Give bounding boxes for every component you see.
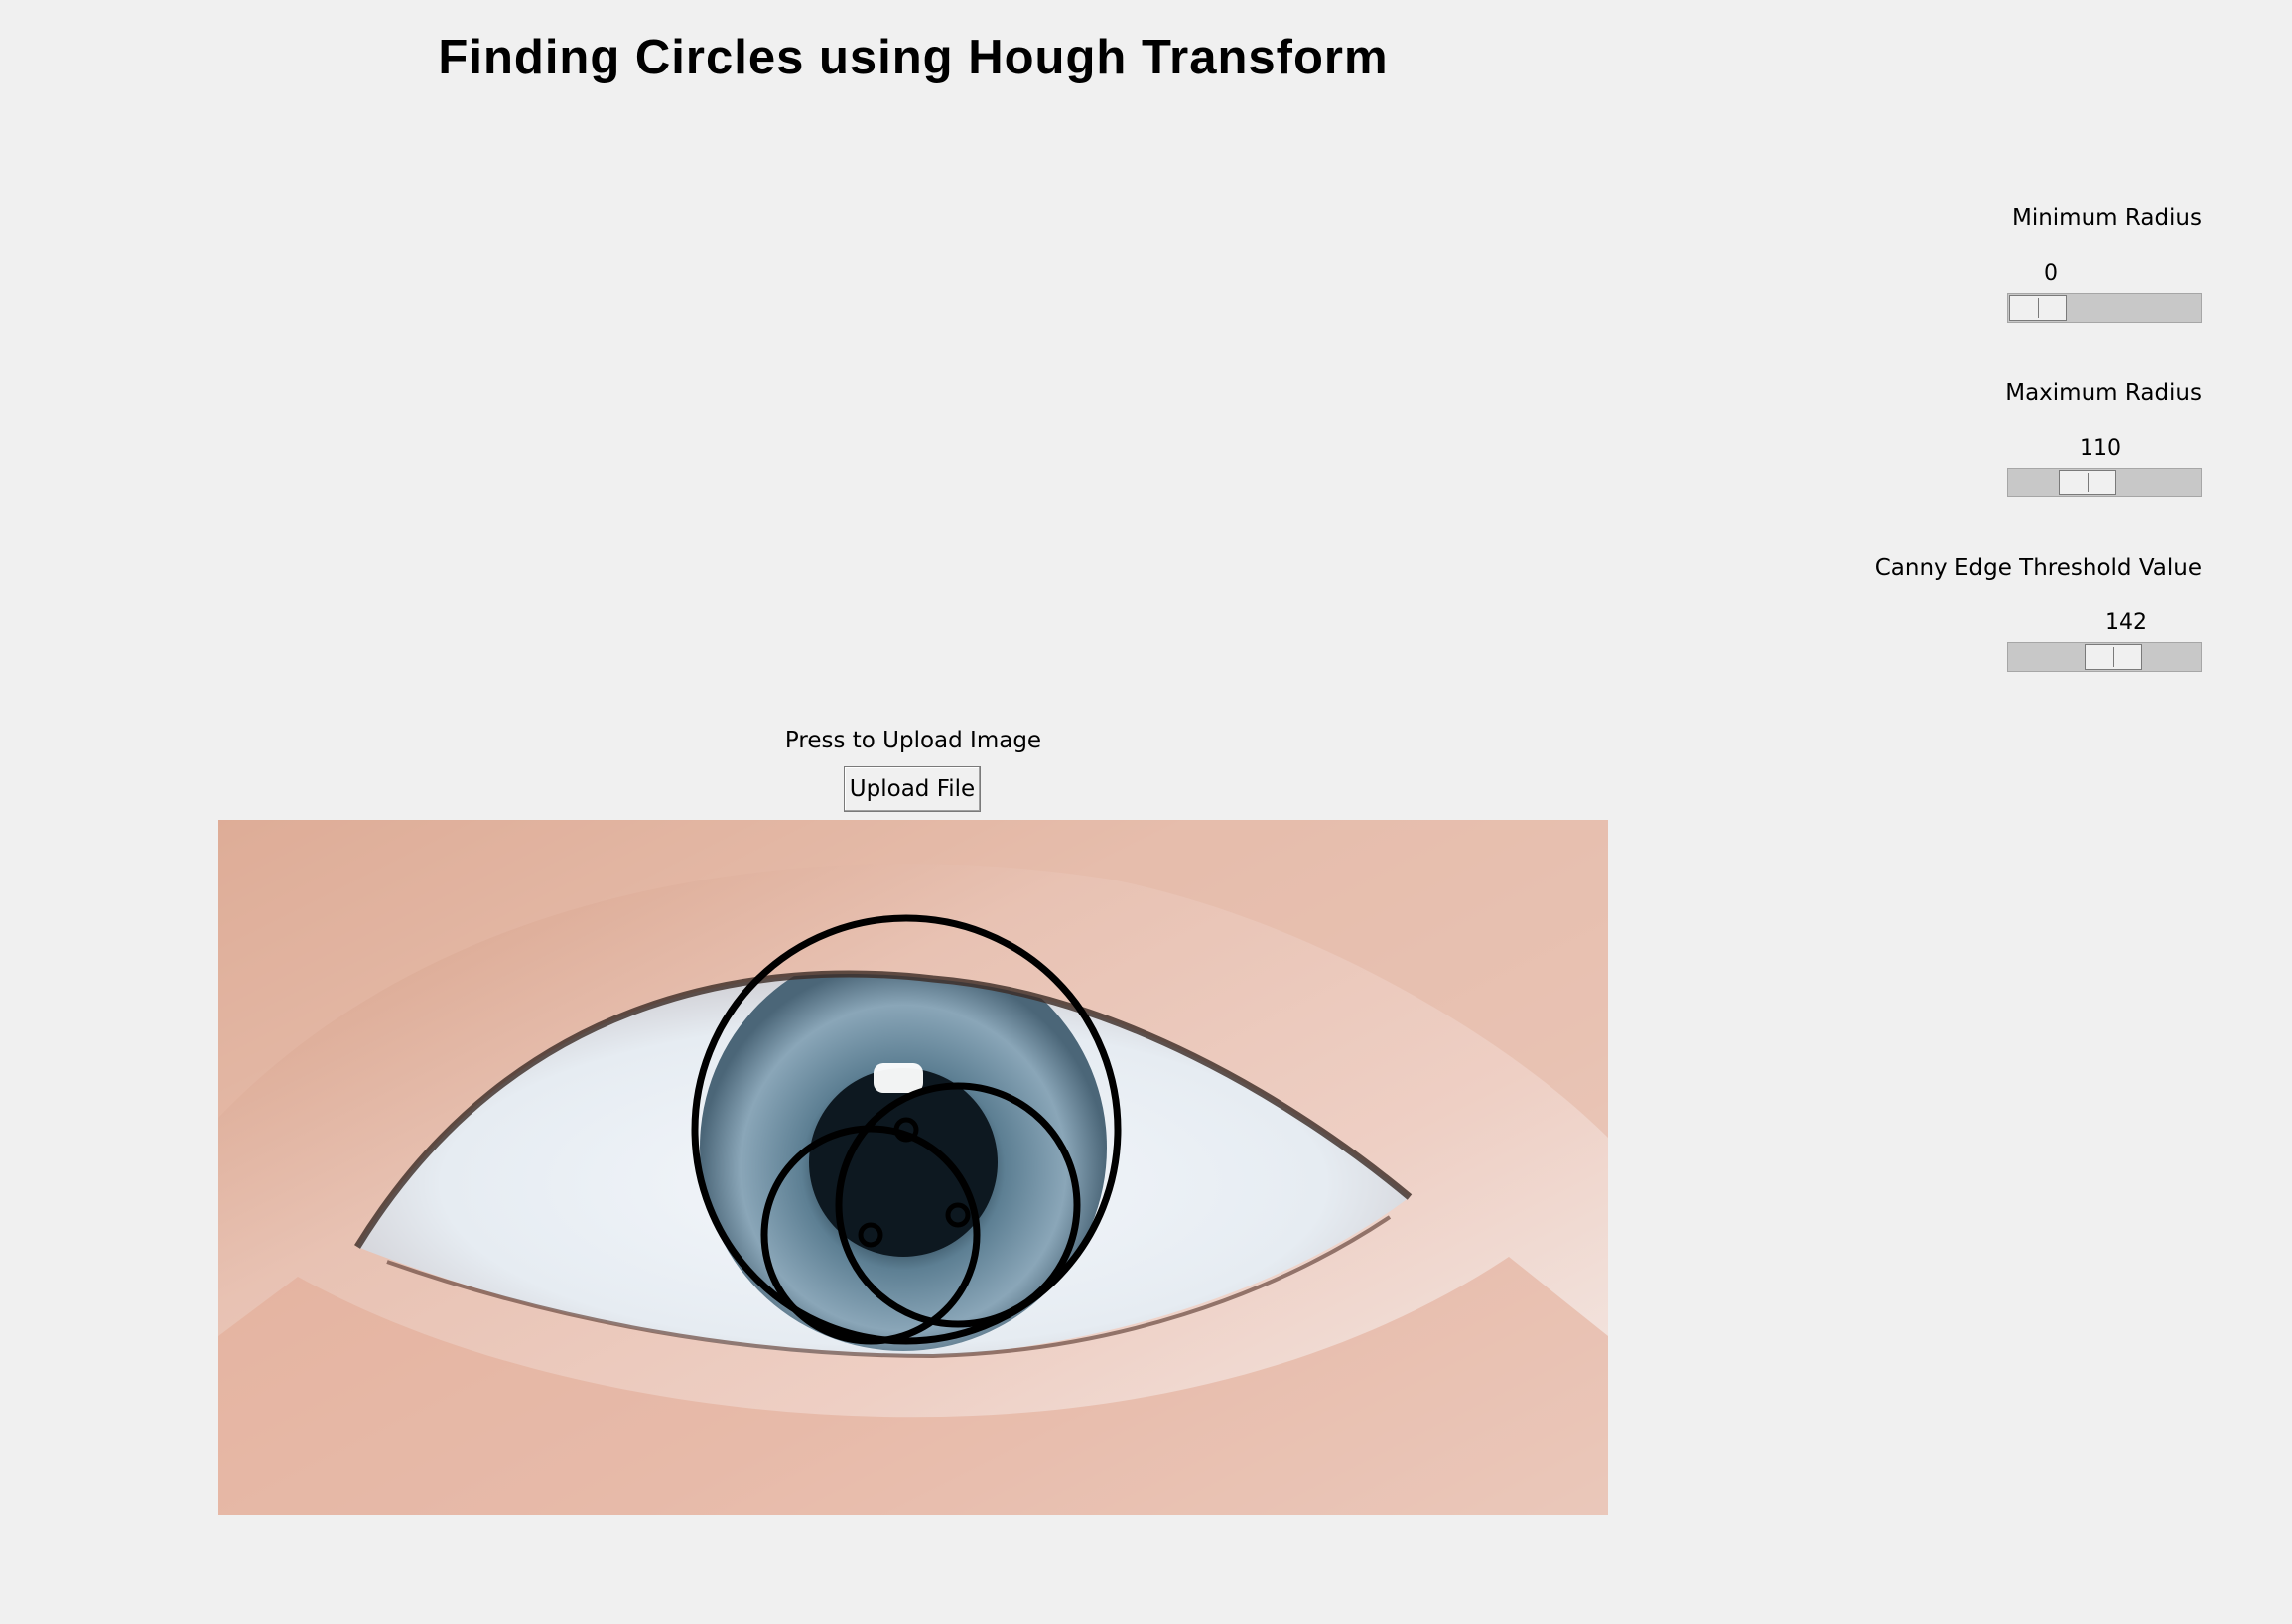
canny-threshold-slider[interactable] [2007,642,2202,672]
canny-threshold-slider-thumb[interactable] [2085,644,2142,670]
min-radius-value: 0 [2044,261,2058,286]
min-radius-label: Minimum Radius [2011,205,2202,231]
min-radius-slider-group: Minimum Radius 0 [1765,205,2202,330]
upload-file-button[interactable]: Upload File [844,766,981,812]
canny-threshold-slider-group: Canny Edge Threshold Value 142 [1765,555,2202,679]
max-radius-slider-thumb[interactable] [2059,470,2116,495]
min-radius-slider[interactable] [2007,293,2202,323]
min-radius-slider-thumb[interactable] [2009,295,2067,321]
canny-threshold-label: Canny Edge Threshold Value [1874,555,2202,581]
max-radius-slider-group: Maximum Radius 110 [1765,380,2202,504]
app-title: Finding Circles using Hough Transform [438,31,1389,84]
upload-prompt: Press to Upload Image [784,728,1042,753]
max-radius-label: Maximum Radius [2005,380,2202,406]
max-radius-slider[interactable] [2007,468,2202,497]
max-radius-value: 110 [2080,436,2121,461]
result-image [218,820,1608,1515]
canny-threshold-value: 142 [2105,610,2147,635]
eye-photo [218,820,1608,1515]
